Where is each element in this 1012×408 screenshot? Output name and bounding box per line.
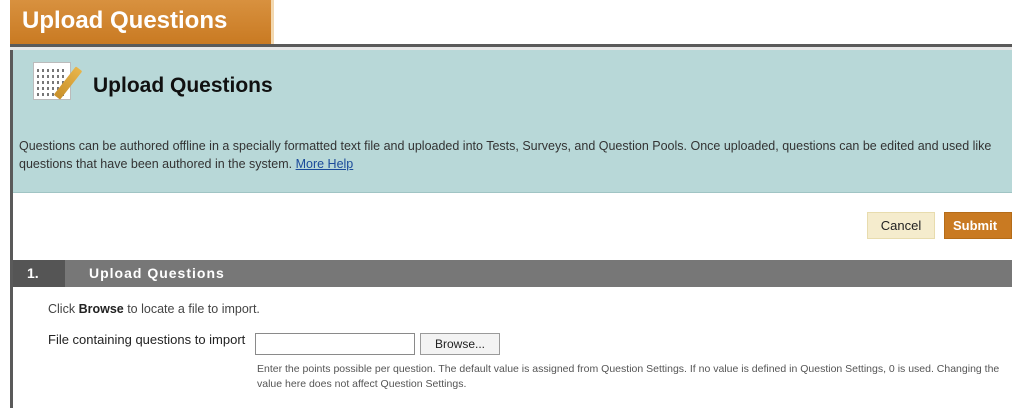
submit-button[interactable]: Submit	[944, 212, 1012, 239]
more-help-link[interactable]: More Help	[296, 157, 354, 171]
points-help-text: Enter the points possible per question. …	[257, 363, 1000, 390]
instructions-suffix: to locate a file to import.	[123, 302, 260, 316]
description-text: Questions can be authored offline in a s…	[19, 139, 992, 171]
test-questions-icon	[33, 62, 83, 100]
browse-button[interactable]: Browse...	[420, 333, 500, 355]
step-instructions: Click Browse to locate a file to import.	[48, 302, 260, 316]
file-field-label: File containing questions to import	[48, 332, 246, 347]
step-header: 1. Upload Questions	[13, 260, 1012, 287]
page-title: Upload Questions	[93, 74, 273, 97]
instructions-prefix: Click	[48, 302, 79, 316]
page-header: Upload Questions Questions can be author…	[13, 50, 1012, 193]
action-bar: Cancel Submit	[13, 210, 1012, 240]
step-title: Upload Questions	[89, 265, 225, 281]
page-description: Questions can be authored offline in a s…	[19, 137, 999, 173]
page-title-tab: Upload Questions	[10, 0, 274, 44]
instructions-browse-keyword: Browse	[78, 302, 124, 316]
step-number: 1.	[13, 260, 65, 287]
file-path-input[interactable]	[255, 333, 415, 355]
cancel-button[interactable]: Cancel	[867, 212, 935, 239]
